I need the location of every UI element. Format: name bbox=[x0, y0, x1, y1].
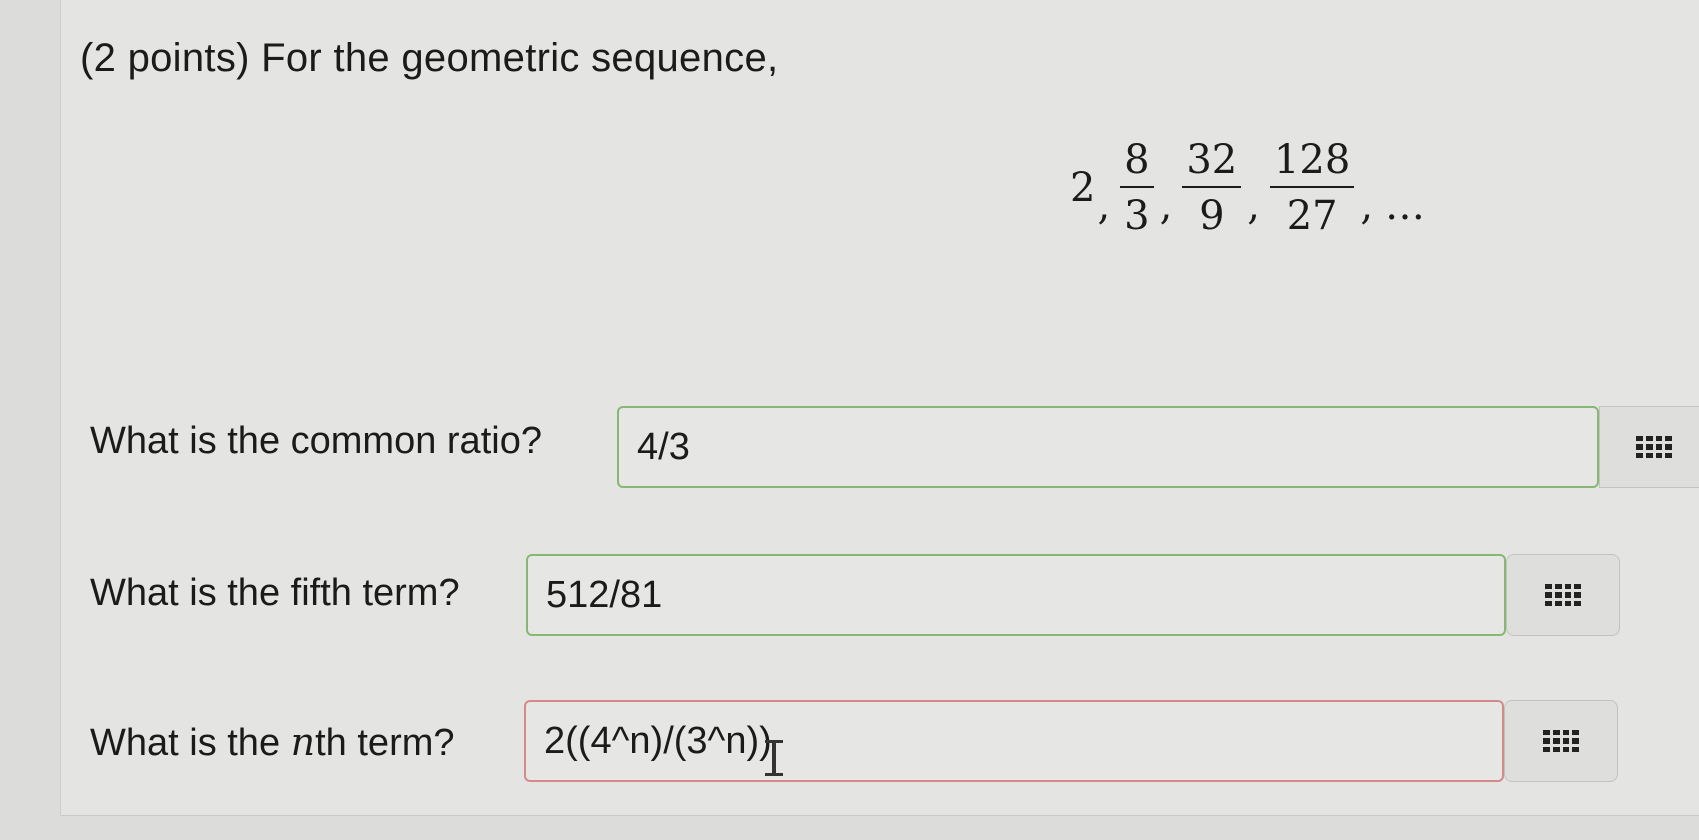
nth-term-label-post: th term? bbox=[315, 722, 455, 764]
sequence-ellipsis: … bbox=[1385, 183, 1429, 229]
sequence-comma: , bbox=[1360, 183, 1374, 229]
sequence-term-fraction: 32 9 bbox=[1182, 138, 1242, 239]
fraction-numerator: 8 bbox=[1120, 138, 1154, 188]
nth-term-label-pre: What is the bbox=[90, 722, 291, 764]
fifth-term-value: 512/81 bbox=[546, 573, 663, 616]
text-cursor-icon bbox=[765, 740, 783, 776]
nth-term-label-variable: n bbox=[290, 720, 316, 764]
question-prompt: (2 points) For the geometric sequence, bbox=[80, 36, 779, 80]
nth-term-value: 2((4^n)/(3^n)) bbox=[544, 719, 772, 762]
sequence-display: 2 , 8 3 , 32 9 , 128 27 , … bbox=[1070, 128, 1428, 248]
common-ratio-matrix-button[interactable] bbox=[1599, 406, 1699, 488]
fifth-term-input[interactable]: 512/81 bbox=[526, 554, 1506, 636]
common-ratio-value: 4/3 bbox=[637, 425, 690, 468]
nth-term-label: What is the nth term? bbox=[90, 720, 455, 765]
fraction-numerator: 32 bbox=[1182, 138, 1242, 188]
fraction-denominator: 3 bbox=[1124, 193, 1150, 239]
fraction-denominator: 27 bbox=[1286, 193, 1338, 239]
fifth-term-matrix-button[interactable] bbox=[1506, 554, 1620, 636]
matrix-grid-icon bbox=[1545, 584, 1581, 606]
matrix-grid-icon bbox=[1636, 436, 1672, 458]
sequence-comma: , bbox=[1247, 183, 1260, 229]
nth-term-input[interactable]: 2((4^n)/(3^n)) bbox=[524, 700, 1504, 782]
sequence-term-fraction: 8 3 bbox=[1120, 138, 1154, 239]
matrix-grid-icon bbox=[1543, 730, 1579, 752]
sequence-comma: , bbox=[1097, 183, 1111, 229]
common-ratio-label: What is the common ratio? bbox=[90, 420, 542, 462]
sequence-term-fraction: 128 27 bbox=[1269, 138, 1355, 239]
common-ratio-input[interactable]: 4/3 bbox=[617, 406, 1599, 488]
sequence-comma: , bbox=[1159, 183, 1173, 229]
sequence-first-term: 2 bbox=[1070, 165, 1096, 211]
nth-term-matrix-button[interactable] bbox=[1504, 700, 1618, 782]
fifth-term-label: What is the fifth term? bbox=[90, 572, 460, 614]
fraction-denominator: 9 bbox=[1199, 193, 1225, 239]
fraction-numerator: 128 bbox=[1269, 138, 1355, 188]
